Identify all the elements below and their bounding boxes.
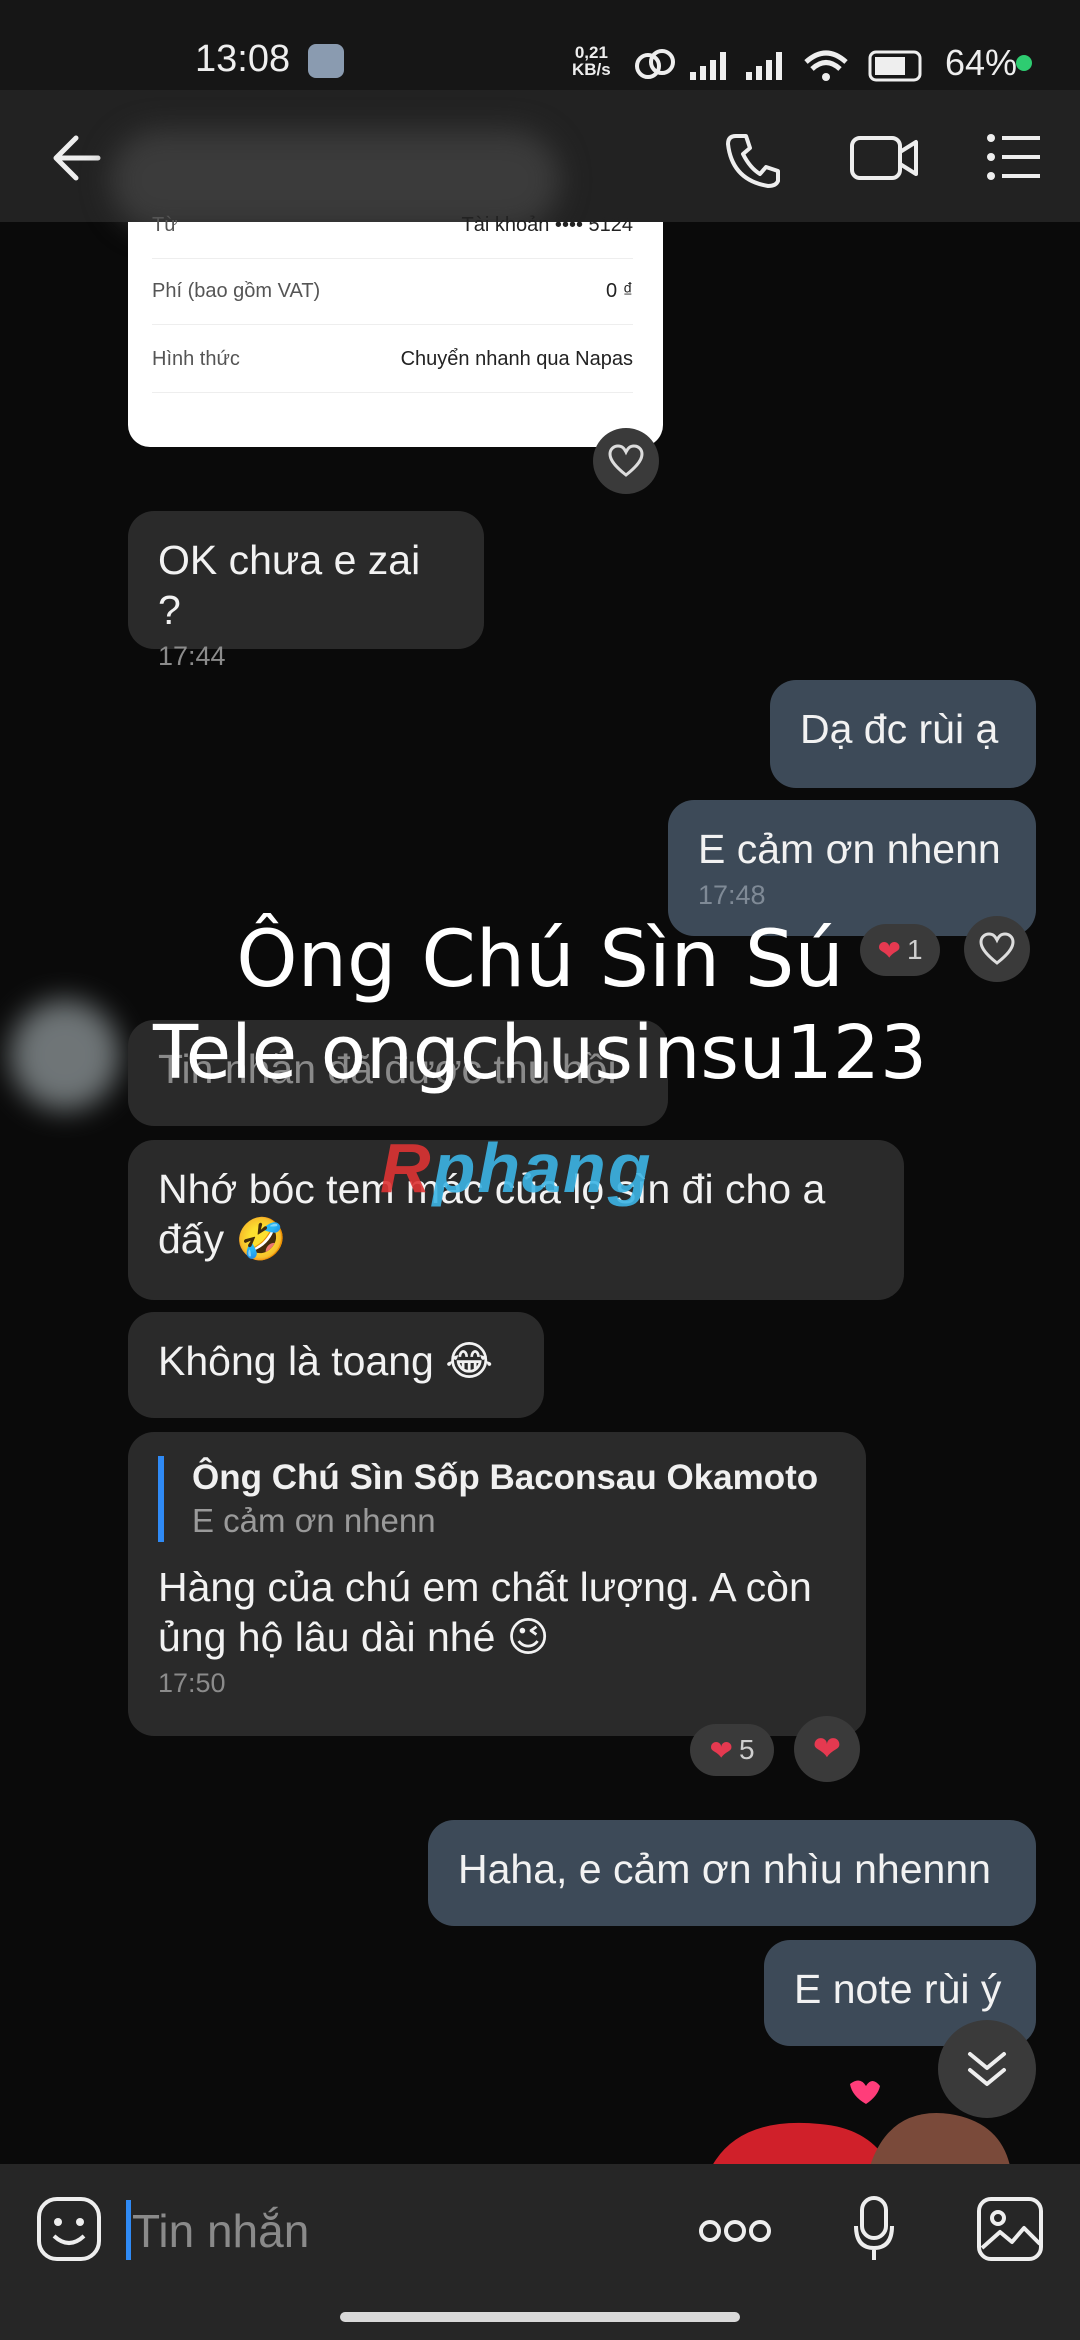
watermark-line2: Tele ongchusinsu123 — [152, 1010, 928, 1096]
chevron-down-double-icon — [968, 2052, 1006, 2086]
home-indicator[interactable] — [340, 2312, 740, 2322]
more-dots-icon[interactable] — [698, 2216, 772, 2246]
reply-quote[interactable]: Ông Chú Sìn Sốp Baconsau Okamoto E cảm ơ… — [158, 1456, 836, 1542]
heart-filled-icon[interactable]: ❤ — [794, 1716, 860, 1782]
incoming-message[interactable]: OK chưa e zai ? 17:44 — [128, 511, 484, 671]
watermark-logo: Rphang — [380, 1129, 653, 1207]
video-icon[interactable] — [848, 130, 920, 186]
sticker-icon[interactable] — [36, 2196, 102, 2262]
incoming-message[interactable]: Không là toang 😂 — [128, 1312, 544, 1418]
status-time: 13:08 — [195, 38, 291, 80]
reaction-pill[interactable]: ❤ 5 — [690, 1724, 774, 1776]
message-input[interactable]: Tin nhắn — [132, 2204, 309, 2258]
heart-icon: ❤ — [709, 1734, 733, 1766]
list-menu-icon[interactable] — [986, 132, 1042, 182]
text-cursor — [126, 2200, 131, 2260]
wrench-icon — [308, 44, 344, 78]
net-speed: 0,21 KB/s — [572, 43, 611, 79]
card-row: Phí (bao gồm VAT) 0 ₫ — [152, 258, 633, 325]
microphone-icon[interactable] — [852, 2194, 896, 2264]
card-row: Từ Tài khoản •••• 5124 — [152, 192, 633, 259]
watermark-line1: Ông Chú Sìn Sú — [236, 915, 844, 1005]
privacy-dot — [1016, 55, 1032, 71]
phone-icon[interactable] — [722, 130, 782, 190]
arrow-left-icon[interactable] — [48, 130, 104, 186]
outgoing-message[interactable]: Haha, e cảm ơn nhìu nhennn — [428, 1820, 1036, 1926]
transfer-screenshot-image[interactable]: Từ Tài khoản •••• 5124 Phí (bao gồm VAT)… — [128, 214, 663, 447]
card-row: Hình thức Chuyển nhanh qua Napas — [152, 326, 633, 393]
status-icons — [635, 49, 922, 82]
incoming-reply-message[interactable]: Ông Chú Sìn Sốp Baconsau Okamoto E cảm ơ… — [128, 1432, 866, 1736]
status-bar: 13:08 0,21 KB/s 64% — [0, 0, 1080, 90]
battery-level: 64% — [945, 42, 1018, 83]
outgoing-message[interactable]: Dạ đc rùi ạ — [770, 680, 1036, 788]
image-icon[interactable] — [976, 2196, 1044, 2262]
scroll-down-button[interactable] — [938, 2020, 1036, 2118]
heart-outline-icon[interactable] — [593, 428, 659, 494]
